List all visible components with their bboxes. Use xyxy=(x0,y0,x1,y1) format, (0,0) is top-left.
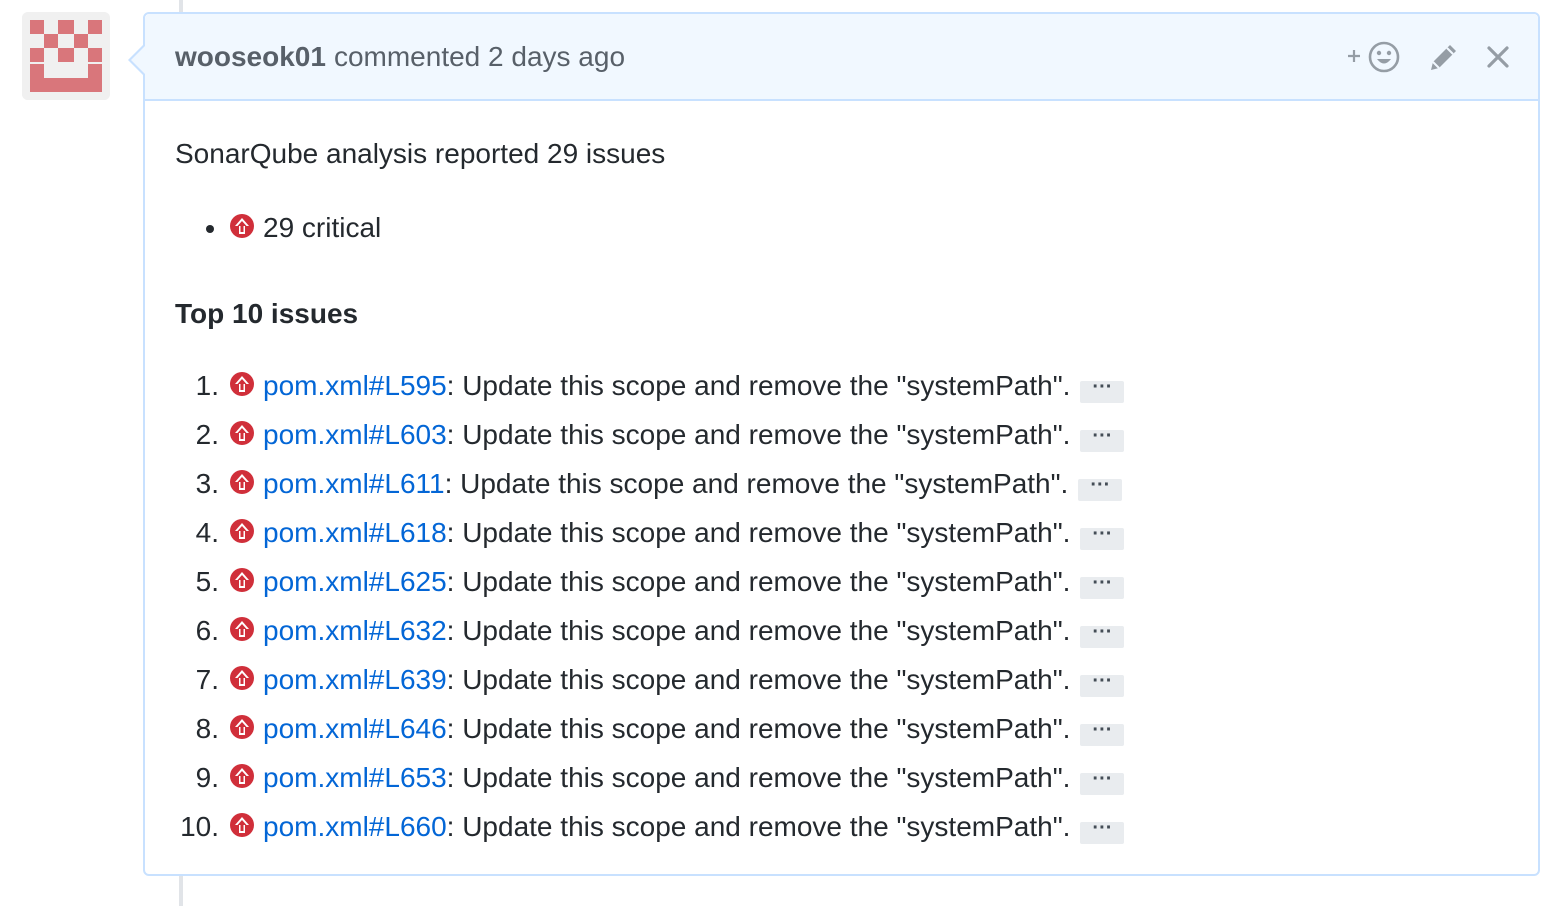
severity-label: 29 critical xyxy=(263,212,382,243)
issue-message: : Update this scope and remove the "syst… xyxy=(446,566,1071,597)
comment-meta: wooseok01 commented 2 days ago xyxy=(175,41,1346,73)
issue-item: 4. pom.xml#L618: Update this scope and re… xyxy=(196,516,1508,565)
issue-file-link[interactable]: pom.xml#L625 xyxy=(263,566,447,597)
issue-item: 1. pom.xml#L595: Update this scope and re… xyxy=(196,369,1508,418)
author-link[interactable]: wooseok01 xyxy=(175,41,326,72)
edit-button[interactable] xyxy=(1428,41,1460,73)
issue-message: : Update this scope and remove the "syst… xyxy=(446,713,1071,744)
critical-severity-icon xyxy=(230,470,254,494)
identicon-icon xyxy=(22,12,110,100)
issue-number: 10. xyxy=(180,811,219,842)
issue-file-link[interactable]: pom.xml#L603 xyxy=(263,419,447,450)
critical-severity-icon xyxy=(230,214,254,238)
critical-severity-icon xyxy=(230,666,254,690)
issue-number: 2. xyxy=(195,419,219,450)
issue-number: 4. xyxy=(195,517,219,548)
add-reaction-smiley-icon xyxy=(1348,41,1400,72)
expand-details-button[interactable]: ··· xyxy=(1080,671,1125,697)
analysis-summary: SonarQube analysis reported 29 issues xyxy=(175,138,666,169)
delete-button[interactable] xyxy=(1486,45,1510,69)
issue-number: 3. xyxy=(195,468,219,499)
top-issues-heading: Top 10 issues xyxy=(175,298,359,329)
issue-file-link[interactable]: pom.xml#L646 xyxy=(263,713,447,744)
issue-number: 9. xyxy=(195,762,219,793)
critical-severity-icon xyxy=(230,421,254,445)
issue-file-link[interactable]: pom.xml#L632 xyxy=(263,615,447,646)
expand-details-button[interactable]: ··· xyxy=(1080,818,1125,844)
expand-details-button[interactable]: ··· xyxy=(1080,524,1125,550)
issue-item: 2. pom.xml#L603: Update this scope and re… xyxy=(196,418,1508,467)
issue-message: : Update this scope and remove the "syst… xyxy=(446,664,1071,695)
issue-number: 6. xyxy=(195,615,219,646)
expand-details-button[interactable]: ··· xyxy=(1080,769,1125,795)
expand-details-button[interactable]: ··· xyxy=(1078,475,1123,501)
issue-file-link[interactable]: pom.xml#L639 xyxy=(263,664,447,695)
issue-file-link[interactable]: pom.xml#L611 xyxy=(263,468,445,499)
pencil-icon xyxy=(1431,44,1456,70)
issue-message: : Update this scope and remove the "syst… xyxy=(446,419,1071,450)
issue-number: 7. xyxy=(195,664,219,695)
issue-file-link[interactable]: pom.xml#L653 xyxy=(263,762,447,793)
issue-item: 5. pom.xml#L625: Update this scope and re… xyxy=(196,565,1508,614)
expand-details-button[interactable]: ··· xyxy=(1080,377,1125,403)
issue-item: 9. pom.xml#L653: Update this scope and re… xyxy=(196,761,1508,810)
issue-message: : Update this scope and remove the "syst… xyxy=(446,615,1071,646)
critical-severity-icon xyxy=(230,813,254,837)
issue-item: 10. pom.xml#L660: Update this scope and r… xyxy=(180,810,1508,859)
comment-actions xyxy=(1346,40,1510,74)
critical-severity-icon xyxy=(230,568,254,592)
issue-file-link[interactable]: pom.xml#L660 xyxy=(263,811,447,842)
issue-item: 6. pom.xml#L632: Update this scope and re… xyxy=(196,614,1508,663)
close-icon xyxy=(1487,45,1509,68)
expand-details-button[interactable]: ··· xyxy=(1080,573,1125,599)
severity-list: 29 critical xyxy=(175,211,1508,245)
comment-box: wooseok01 commented 2 days ago SonarQube… xyxy=(128,12,1540,876)
issues-list: 1. pom.xml#L595: Update this scope and re… xyxy=(175,369,1508,859)
issue-item: 3. pom.xml#L611: Update this scope and re… xyxy=(196,467,1508,516)
issue-item: 8. pom.xml#L646: Update this scope and re… xyxy=(196,712,1508,761)
expand-details-button[interactable]: ··· xyxy=(1080,622,1125,648)
critical-severity-icon xyxy=(230,715,254,739)
critical-severity-icon xyxy=(230,372,254,396)
issue-file-link[interactable]: pom.xml#L595 xyxy=(263,370,447,401)
issue-message: : Update this scope and remove the "syst… xyxy=(444,468,1069,499)
issue-number: 8. xyxy=(195,713,219,744)
issue-number: 5. xyxy=(195,566,219,597)
issue-message: : Update this scope and remove the "syst… xyxy=(446,762,1071,793)
comment-header: wooseok01 commented 2 days ago xyxy=(145,14,1538,101)
critical-severity-icon xyxy=(230,519,254,543)
comment-body: SonarQube analysis reported 29 issues 29… xyxy=(145,101,1538,859)
expand-details-button[interactable]: ··· xyxy=(1080,720,1125,746)
issue-message: : Update this scope and remove the "syst… xyxy=(446,370,1071,401)
issue-number: 1. xyxy=(195,370,219,401)
issue-file-link[interactable]: pom.xml#L618 xyxy=(263,517,447,548)
critical-severity-icon xyxy=(230,617,254,641)
critical-severity-icon xyxy=(230,764,254,788)
comment-timestamp[interactable]: commented 2 days ago xyxy=(334,41,625,72)
add-reaction-button[interactable] xyxy=(1346,40,1402,74)
issue-item: 7. pom.xml#L639: Update this scope and re… xyxy=(196,663,1508,712)
expand-details-button[interactable]: ··· xyxy=(1080,426,1125,452)
issue-message: : Update this scope and remove the "syst… xyxy=(446,517,1071,548)
avatar[interactable] xyxy=(22,12,110,100)
severity-item-critical: 29 critical xyxy=(229,211,1508,245)
issue-message: : Update this scope and remove the "syst… xyxy=(446,811,1071,842)
